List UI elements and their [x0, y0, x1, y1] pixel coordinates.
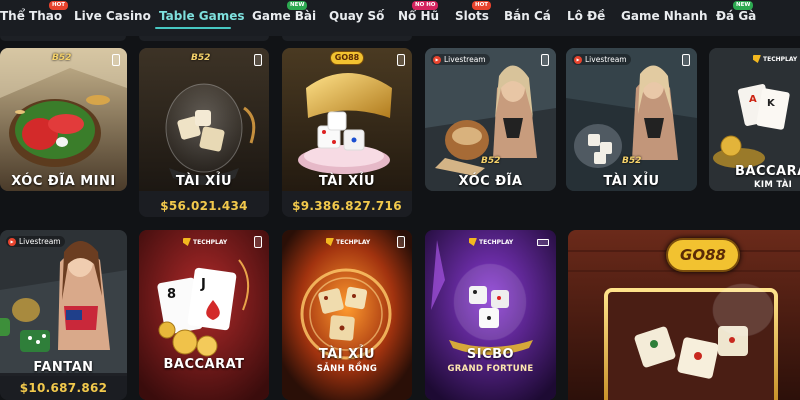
game-tile-go88-featured[interactable]: GO88	[568, 230, 800, 400]
svg-text:8: 8	[167, 287, 176, 302]
nav-tab-quay-so[interactable]: Quay Số	[329, 9, 384, 23]
game-subtitle: SẢNH RỒNG	[316, 364, 378, 374]
game-tile-tai-xiu-livestream[interactable]: ▶ Livestream B52 TÀI XỈU	[566, 48, 697, 191]
xoc-dia-livestream-art	[425, 48, 556, 191]
livestream-badge: ▶ Livestream	[572, 54, 631, 65]
nav-tab-table-games[interactable]: Table Games	[159, 9, 245, 23]
new-badge: NEW	[287, 1, 308, 10]
game-tile-baccarat[interactable]: 8 J TECHPLAY BACCARAT	[139, 230, 269, 400]
game-title: SICBO	[466, 347, 515, 362]
svg-text:K: K	[767, 98, 776, 109]
game-tile-xoc-dia-mini[interactable]: B52 XÓC ĐĨA MINI	[0, 48, 127, 191]
svg-text:A: A	[749, 94, 757, 105]
techplay-brand: TECHPLAY	[326, 238, 370, 246]
new-badge: NEW	[733, 1, 754, 10]
baccarat-cards-art: 8 J	[139, 230, 269, 400]
hot-badge: HOT	[472, 1, 492, 10]
xoc-dia-art	[0, 48, 127, 191]
fantan-art	[0, 230, 127, 373]
side-widget-handle[interactable]	[0, 318, 10, 336]
game-subtitle: GRAND FORTUNE	[447, 364, 534, 374]
techplay-brand: TECHPLAY	[183, 238, 227, 246]
desktop-icon	[537, 239, 549, 246]
game-title: TÀI XỈU	[318, 174, 376, 189]
techplay-logo-icon	[326, 238, 334, 246]
techplay-logo-icon	[183, 238, 191, 246]
b52-logo: B52	[622, 156, 642, 166]
b52-logo: B52	[191, 53, 211, 63]
mobile-icon	[397, 54, 405, 66]
live-play-icon: ▶	[433, 55, 441, 64]
game-subtitle: KIM TÀI	[754, 180, 793, 190]
nav-tab-game-nhanh[interactable]: Game Nhanh	[621, 9, 708, 23]
mobile-icon	[254, 236, 262, 248]
mobile-icon	[541, 54, 549, 66]
category-nav: Thể Thao HOT Live Casino Table Games Gam…	[0, 0, 800, 36]
techplay-logo-icon	[753, 55, 761, 63]
no-hu-badge: NO HO	[412, 1, 439, 10]
nav-tab-lo-de[interactable]: Lô Đề	[567, 9, 605, 23]
game-tile-sicbo-grand-fortune[interactable]: TECHPLAY SICBO GRAND FORTUNE	[425, 230, 556, 400]
game-tile-tai-xiu-go88[interactable]: GO88 TÀI XỈU $9.386.827.716	[282, 48, 412, 217]
techplay-brand: TECHPLAY	[469, 238, 513, 246]
svg-text:J: J	[200, 277, 206, 292]
tai-xiu-dragon-art	[282, 230, 412, 400]
nav-tab-ban-ca[interactable]: Bắn Cá	[504, 9, 551, 23]
hot-badge: HOT	[49, 1, 69, 10]
game-title: FANTAN	[33, 360, 94, 375]
go88-logo: GO88	[334, 53, 360, 62]
techplay-label: TECHPLAY	[336, 238, 371, 246]
live-play-icon: ▶	[574, 55, 582, 64]
mobile-icon	[397, 236, 405, 248]
nav-tab-the-thao[interactable]: Thể Thao	[0, 9, 62, 23]
techplay-brand: TECHPLAY	[753, 55, 797, 63]
tai-xiu-livestream-art	[566, 48, 697, 191]
game-title: TÀI XỈU	[603, 174, 660, 189]
b52-logo: B52	[52, 53, 72, 63]
mobile-icon	[112, 54, 120, 66]
game-title: XÓC ĐĨA	[458, 174, 523, 189]
tai-xiu-dice-art	[139, 48, 269, 191]
game-title: TÀI XỈU	[318, 347, 376, 362]
sicbo-art	[425, 230, 556, 400]
livestream-label: Livestream	[19, 237, 61, 246]
jackpot-amount: $56.021.434	[160, 199, 248, 213]
techplay-logo-icon	[469, 238, 477, 246]
jackpot-amount: $9.386.827.716	[292, 199, 402, 213]
nav-tab-da-ga[interactable]: Đá Gà	[716, 9, 756, 23]
game-title: BACCARA	[735, 164, 800, 179]
mobile-icon	[254, 54, 262, 66]
nav-tab-live-casino[interactable]: Live Casino	[74, 9, 151, 23]
livestream-label: Livestream	[444, 55, 486, 64]
livestream-badge: ▶ Livestream	[431, 54, 490, 65]
game-lobby-page: Thể Thao HOT Live Casino Table Games Gam…	[0, 0, 800, 400]
game-tile-baccara-kim-tai[interactable]: A K TECHPLAY BACCARA KIM TÀI	[709, 48, 800, 191]
game-tile-fantan[interactable]: ▶ Livestream FANTAN $10.687.862	[0, 230, 127, 400]
game-tile-tai-xiu-b52[interactable]: B52 TÀI XỈU $56.021.434	[139, 48, 269, 217]
techplay-label: TECHPLAY	[479, 238, 514, 246]
live-play-icon: ▶	[8, 237, 16, 246]
game-tile-xoc-dia-livestream[interactable]: ▶ Livestream B52 XÓC ĐĨA	[425, 48, 556, 191]
techplay-label: TECHPLAY	[193, 238, 228, 246]
nav-tab-no-hu[interactable]: Nổ Hũ	[398, 9, 439, 23]
game-title: TÀI XỈU	[175, 174, 233, 189]
nav-tab-slots[interactable]: Slots	[455, 9, 489, 23]
mobile-icon	[682, 54, 690, 66]
active-tab-indicator	[155, 27, 231, 29]
livestream-label: Livestream	[585, 55, 627, 64]
game-tile-tai-xiu-sanh-rong[interactable]: TECHPLAY TÀI XỈU SẢNH RỒNG	[282, 230, 412, 400]
game-title: XÓC ĐĨA MINI	[11, 174, 116, 189]
b52-logo: B52	[481, 156, 501, 166]
tai-xiu-go88-art	[282, 48, 412, 191]
livestream-badge: ▶ Livestream	[6, 236, 65, 247]
game-title: BACCARAT	[163, 357, 245, 372]
nav-tab-game-bai[interactable]: Game Bài	[252, 9, 316, 23]
techplay-label: TECHPLAY	[763, 55, 798, 63]
jackpot-amount: $10.687.862	[19, 381, 108, 395]
go88-logo: GO88	[680, 246, 726, 264]
